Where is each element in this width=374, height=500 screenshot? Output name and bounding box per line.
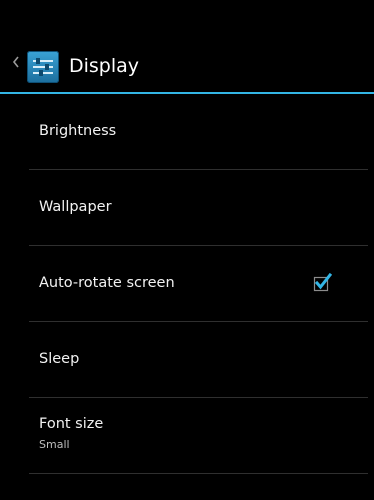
auto-rotate-checkbox[interactable]: [313, 272, 333, 292]
setting-font-size[interactable]: Font size Small: [0, 398, 374, 474]
setting-label: Font size: [39, 416, 104, 432]
display-settings-screen: Display Brightness Wallpaper Auto-rotate…: [0, 0, 374, 500]
page-title: Display: [69, 55, 140, 77]
setting-auto-rotate-screen[interactable]: Auto-rotate screen: [0, 246, 374, 322]
setting-label: Wallpaper: [39, 199, 112, 215]
setting-summary: Small: [39, 438, 70, 451]
setting-label: Sleep: [39, 351, 80, 367]
setting-wallpaper[interactable]: Wallpaper: [0, 170, 374, 246]
setting-sleep[interactable]: Sleep: [0, 322, 374, 398]
setting-brightness[interactable]: Brightness: [0, 94, 374, 170]
setting-label: Auto-rotate screen: [39, 275, 175, 291]
settings-sliders-icon[interactable]: [27, 51, 59, 83]
setting-label: Brightness: [39, 123, 117, 139]
chevron-left-icon[interactable]: [11, 53, 21, 71]
action-bar: Display: [0, 38, 374, 94]
status-bar: [0, 0, 374, 38]
settings-list: Brightness Wallpaper Auto-rotate screen …: [0, 94, 374, 474]
divider: [29, 473, 368, 474]
